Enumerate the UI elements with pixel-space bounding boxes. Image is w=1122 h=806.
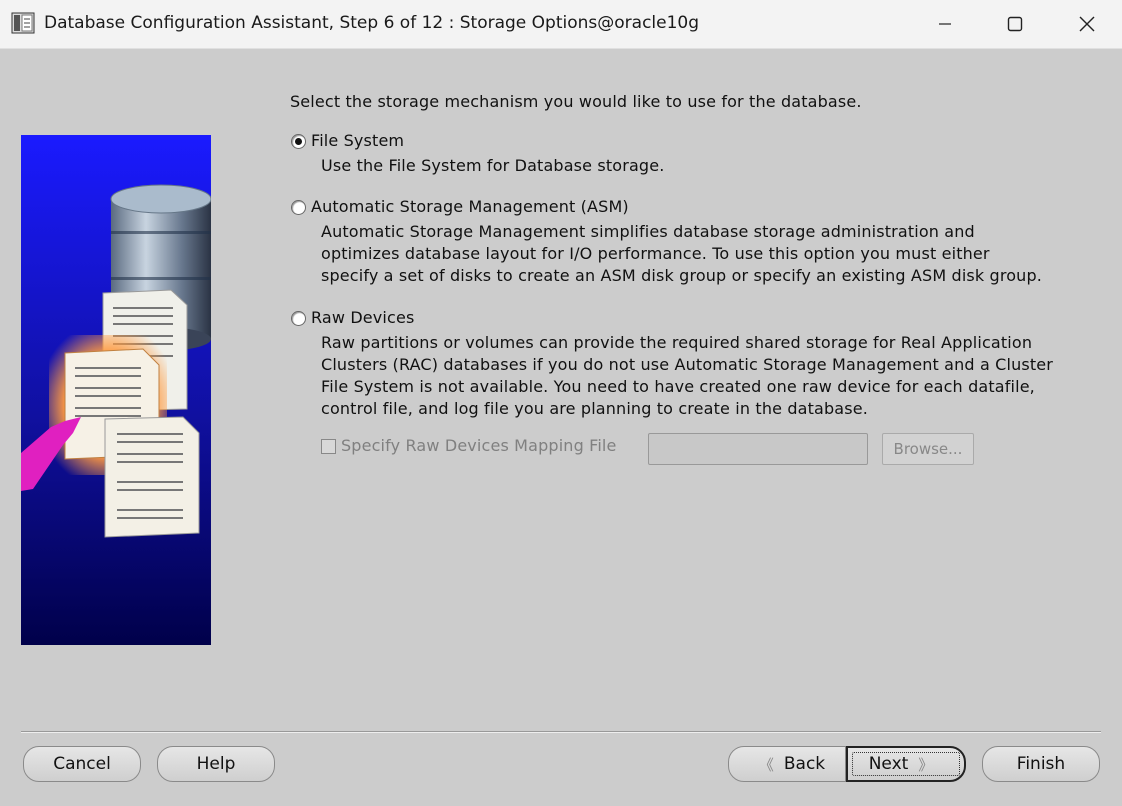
raw-devices-description: Raw partitions or volumes can provide th… [321,332,1053,420]
dialog-body: Select the storage mechanism you would l… [0,49,1122,806]
chevron-left-icon: 《 [758,755,774,774]
asm-label[interactable]: Automatic Storage Management (ASM) [311,197,629,216]
minimize-button[interactable] [910,0,980,48]
back-button[interactable]: 《 Back [728,746,846,782]
raw-mapping-file-input[interactable] [648,433,868,465]
footer-separator [21,731,1101,733]
file-system-radio[interactable] [291,134,306,149]
maximize-button[interactable] [980,0,1050,48]
description-line: specify a set of disks to create an ASM … [321,266,1043,285]
description-line: Automatic Storage Management simplifies … [321,222,975,241]
description-line: File System is not available. You need t… [321,377,1035,396]
window-titlebar: Database Configuration Assistant, Step 6… [0,0,1122,49]
minimize-icon [939,23,951,25]
raw-mapping-checkbox[interactable] [321,439,336,454]
description-line: control file, and log file you are plann… [321,399,868,418]
raw-devices-radio[interactable] [291,311,306,326]
description-line: Clusters (RAC) databases if you do not u… [321,355,1053,374]
cancel-button-label: Cancel [53,754,111,774]
database-storage-illustration [21,135,211,645]
window-title: Database Configuration Assistant, Step 6… [44,13,700,33]
file-system-label[interactable]: File System [311,131,404,150]
chevron-right-icon: 》 [918,755,934,774]
asm-radio[interactable] [291,200,306,215]
help-button[interactable]: Help [157,746,275,782]
next-button[interactable]: Next 》 [846,746,966,782]
next-button-label: Next [868,754,909,774]
asm-description: Automatic Storage Management simplifies … [321,221,1042,287]
app-icon [11,12,35,34]
storage-prompt: Select the storage mechanism you would l… [290,92,862,111]
finish-button[interactable]: Finish [982,746,1100,782]
raw-mapping-checkbox-label[interactable]: Specify Raw Devices Mapping File [341,436,617,455]
maximize-icon [1007,16,1023,32]
description-line: Raw partitions or volumes can provide th… [321,333,1033,352]
back-button-label: Back [783,754,826,774]
help-button-label: Help [196,754,236,774]
description-line: optimizes database layout for I/O perfor… [321,244,990,263]
raw-devices-label[interactable]: Raw Devices [311,308,414,327]
cancel-button[interactable]: Cancel [23,746,141,782]
close-icon [1079,16,1095,32]
file-system-description: Use the File System for Database storage… [321,155,664,177]
description-line: Use the File System for Database storage… [321,156,665,175]
close-button[interactable] [1052,0,1122,48]
browse-button[interactable]: Browse... [882,433,974,465]
finish-button-label: Finish [1016,754,1066,774]
